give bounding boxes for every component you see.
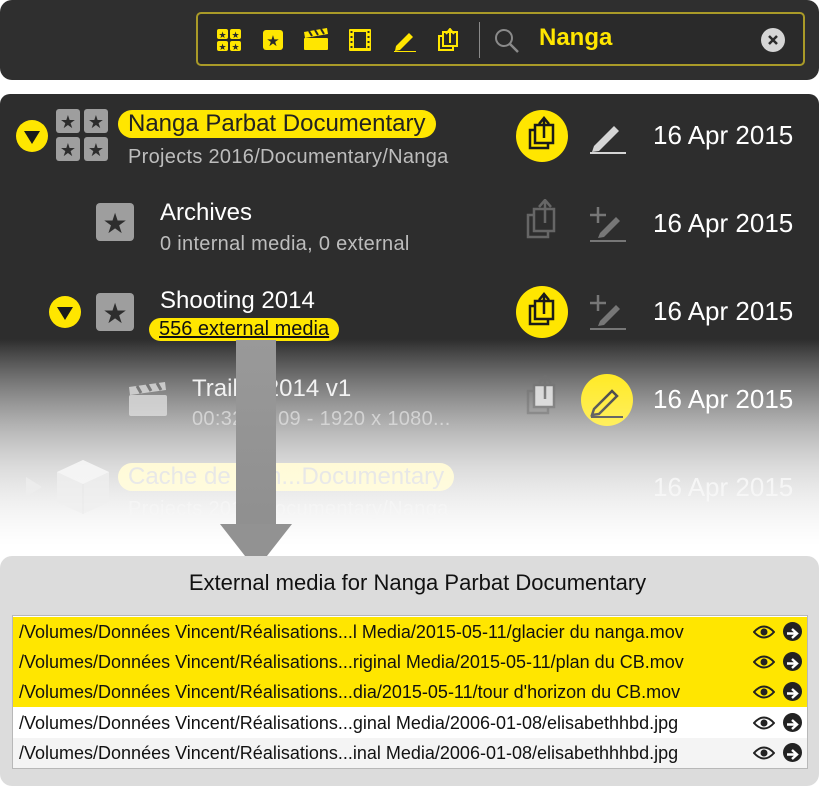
eye-icon[interactable] xyxy=(753,624,775,640)
disclosure-collapsed-icon[interactable] xyxy=(22,474,46,500)
item-date: 16 Apr 2015 xyxy=(653,120,794,150)
share-button[interactable] xyxy=(516,286,568,338)
star-icon[interactable]: ★ xyxy=(260,28,286,52)
item-date: 16 Apr 2015 xyxy=(653,384,794,414)
add-edit-icon[interactable] xyxy=(588,203,628,243)
clear-search-button[interactable] xyxy=(761,28,785,52)
item-title[interactable]: Cache de Nan...Documentary xyxy=(118,463,455,491)
item-subtitle: Projects 2016/Documentary/Nanga xyxy=(128,498,449,520)
item-date: 16 Apr 2015 xyxy=(653,472,794,502)
add-edit-icon[interactable] xyxy=(588,291,628,331)
reveal-arrow-icon[interactable] xyxy=(783,713,802,732)
project-icon: ★ ★ ★ ★ xyxy=(56,109,108,161)
svg-text:★: ★ xyxy=(218,42,226,52)
table-row[interactable]: /Volumes/Données Vincent/Réalisations...… xyxy=(13,617,807,647)
item-subtitle: Projects 2016/Documentary/Nanga xyxy=(128,146,449,168)
item-date: 16 Apr 2015 xyxy=(653,208,794,238)
svg-text:★: ★ xyxy=(102,208,127,239)
item-title[interactable]: Nanga Parbat Documentary xyxy=(118,110,436,138)
share-icon xyxy=(528,292,555,326)
file-path: /Volumes/Données Vincent/Réalisations...… xyxy=(19,713,679,733)
share-icon[interactable] xyxy=(435,28,461,52)
svg-text:★: ★ xyxy=(266,33,279,50)
svg-text:★: ★ xyxy=(88,140,104,160)
svg-text:★: ★ xyxy=(102,298,127,329)
pencil-icon[interactable] xyxy=(392,28,418,52)
item-title[interactable]: Shooting 2014 xyxy=(160,287,315,315)
disclosure-expanded-icon[interactable] xyxy=(16,120,48,152)
table-row[interactable]: /Volumes/Données Vincent/Réalisations...… xyxy=(13,647,807,677)
table-row[interactable]: /Volumes/Données Vincent/Réalisations...… xyxy=(13,677,807,707)
file-path: /Volumes/Données Vincent/Réalisations...… xyxy=(19,682,681,702)
arrow-shaft xyxy=(236,340,276,536)
share-button[interactable] xyxy=(516,110,568,162)
eye-icon[interactable] xyxy=(753,715,775,731)
star-icon: ★ xyxy=(96,203,134,241)
film-icon[interactable] xyxy=(347,28,373,52)
file-path: /Volumes/Données Vincent/Réalisations...… xyxy=(19,743,679,763)
disclosure-expanded-icon[interactable] xyxy=(49,296,81,328)
search-icon xyxy=(495,29,519,53)
cache-library-icon xyxy=(57,460,109,514)
panel-title: External media for Nanga Parbat Document… xyxy=(188,570,647,595)
clapperboard-icon[interactable] xyxy=(303,28,329,52)
media-table: /Volumes/Données Vincent/Réalisations...… xyxy=(12,615,808,769)
close-icon xyxy=(768,35,778,45)
eye-icon[interactable] xyxy=(753,745,775,761)
star-icon: ★ xyxy=(96,293,134,331)
reveal-arrow-icon[interactable] xyxy=(783,682,802,701)
pencil-icon[interactable] xyxy=(588,116,628,156)
reveal-arrow-icon[interactable] xyxy=(783,743,802,762)
table-row[interactable]: /Volumes/Données Vincent/Réalisations...… xyxy=(13,708,807,738)
grid-stars-icon[interactable]: ★ ★ ★ ★ xyxy=(216,28,242,52)
external-media-link[interactable]: 556 external media xyxy=(149,318,340,341)
share-icon[interactable] xyxy=(524,375,564,419)
svg-text:★: ★ xyxy=(231,42,239,52)
svg-text:★: ★ xyxy=(60,140,76,160)
svg-text:★: ★ xyxy=(88,112,104,132)
svg-text:★: ★ xyxy=(231,30,239,40)
file-path: /Volumes/Données Vincent/Réalisations...… xyxy=(19,622,684,642)
file-path: /Volumes/Données Vincent/Réalisations...… xyxy=(19,652,684,672)
share-icon xyxy=(528,116,555,150)
reveal-arrow-icon[interactable] xyxy=(783,652,802,671)
eye-icon[interactable] xyxy=(753,654,775,670)
item-date: 16 Apr 2015 xyxy=(653,296,794,326)
edit-button[interactable] xyxy=(581,374,633,426)
toolbar-separator xyxy=(479,22,480,58)
svg-text:★: ★ xyxy=(218,30,226,40)
share-icon[interactable] xyxy=(524,199,564,243)
table-row[interactable]: /Volumes/Données Vincent/Réalisations...… xyxy=(13,738,807,768)
eye-icon[interactable] xyxy=(753,684,775,700)
clapperboard-icon xyxy=(129,382,167,416)
item-subtitle: 0 internal media, 0 external xyxy=(160,233,410,255)
item-subtitle: 00:32:02:09 - 1920 x 1080... xyxy=(192,408,451,430)
search-input[interactable]: Nanga xyxy=(539,24,612,52)
pencil-icon xyxy=(590,389,623,418)
svg-text:★: ★ xyxy=(60,112,76,132)
item-title[interactable]: Archives xyxy=(160,199,252,227)
reveal-arrow-icon[interactable] xyxy=(783,622,802,641)
